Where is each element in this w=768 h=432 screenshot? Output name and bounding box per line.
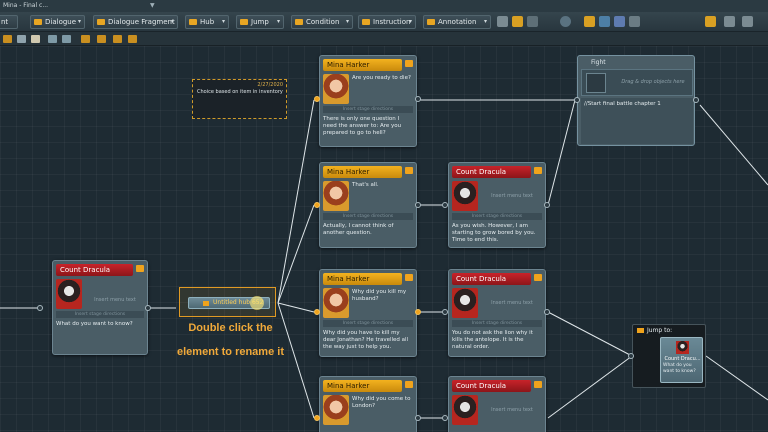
input-pin[interactable]: [37, 305, 43, 311]
speech-bubble-icon: [136, 265, 144, 272]
output-pin[interactable]: [415, 415, 421, 421]
dialogue-node[interactable]: Mina Harker Why did you kill my husband?…: [319, 269, 417, 357]
node-speaker: Count Dracula: [56, 264, 133, 276]
stage-directions-placeholder[interactable]: Insert stage directions: [323, 213, 413, 220]
mina-portrait: [323, 74, 349, 104]
input-pin[interactable]: [314, 415, 320, 421]
dracula-portrait: [452, 395, 478, 425]
mina-portrait: [323, 395, 349, 425]
stage-directions-placeholder[interactable]: Insert stage directions: [323, 320, 413, 327]
node-speaker: Mina Harker: [323, 380, 402, 392]
input-pin[interactable]: [574, 97, 580, 103]
dracula-portrait: [452, 181, 478, 211]
stage-directions-placeholder[interactable]: Insert stage directions: [323, 106, 413, 113]
app-window: Mina - Final c... ▼ nt Dialogue ▾ Dialogu…: [0, 0, 768, 432]
annotation-comment[interactable]: 2/27/2020 Choice based on item in invent…: [192, 79, 287, 119]
dracula-portrait: [56, 279, 82, 309]
node-text[interactable]: Actually, I cannot think of another ques…: [323, 223, 413, 237]
input-pin[interactable]: [314, 202, 320, 208]
dialogue-node[interactable]: Mina Harker Are you ready to die? Insert…: [319, 55, 417, 147]
speech-bubble-icon: [534, 167, 542, 174]
dracula-portrait: [676, 341, 689, 354]
speech-bubble-icon: [534, 274, 542, 281]
node-text[interactable]: As you wish. However, I am starting to g…: [452, 223, 542, 244]
input-pin[interactable]: [314, 96, 320, 102]
output-pin[interactable]: [415, 202, 421, 208]
comment-text: Choice based on item in inventory: [197, 89, 283, 95]
node-text[interactable]: Why did you have to kill my dear Jonatha…: [323, 330, 413, 351]
node-speaker: Mina Harker: [323, 273, 402, 285]
input-pin[interactable]: [628, 353, 634, 359]
menu-text-placeholder[interactable]: Insert menu text: [481, 300, 543, 306]
output-pin[interactable]: [415, 96, 421, 102]
menu-text[interactable]: That's all.: [352, 182, 414, 189]
tutorial-caption-line2: element to rename it: [177, 346, 284, 358]
dialogue-node[interactable]: Count Dracula Insert menu text Insert st…: [448, 162, 546, 248]
node-speaker: Mina Harker: [323, 59, 402, 71]
input-pin[interactable]: [314, 309, 320, 315]
output-pin[interactable]: [693, 97, 699, 103]
jump-target-card[interactable]: Count Dracu... What do you want to know?: [660, 337, 703, 383]
input-pin[interactable]: [442, 202, 448, 208]
dialogue-node[interactable]: Count Dracula Insert menu text Insert st…: [448, 269, 546, 357]
output-pin[interactable]: [544, 309, 550, 315]
menu-text[interactable]: Why did you kill my husband?: [352, 289, 414, 303]
output-pin[interactable]: [145, 305, 151, 311]
node-speaker: Count Dracula: [452, 380, 531, 392]
fight-text[interactable]: //Start final battle chapter 1: [581, 98, 693, 144]
mina-portrait: [323, 288, 349, 318]
mouse-cursor-highlight: [250, 296, 264, 310]
jump-target-text: What do you want to know?: [663, 363, 696, 374]
fight-node[interactable]: Fight Drag & drop objects here //Start f…: [577, 55, 695, 146]
node-text[interactable]: There is only one question I need the an…: [323, 116, 413, 137]
speech-bubble-icon: [405, 381, 413, 388]
stage-directions-placeholder[interactable]: Insert stage directions: [452, 320, 542, 327]
fight-icon: [586, 73, 606, 93]
speech-bubble-icon: [405, 167, 413, 174]
output-pin[interactable]: [415, 309, 421, 315]
menu-text[interactable]: Are you ready to die?: [352, 75, 414, 82]
dialogue-node-start[interactable]: Count Dracula Insert menu text Insert st…: [52, 260, 148, 355]
speech-bubble-icon: [534, 381, 542, 388]
jump-target-name: Count Dracu...: [664, 356, 701, 362]
menu-text[interactable]: Why did you come to London?: [352, 396, 414, 410]
node-speaker: Mina Harker: [323, 166, 402, 178]
node-speaker: Count Dracula: [452, 166, 531, 178]
drop-hint: Drag & drop objects here: [621, 79, 685, 85]
output-pin[interactable]: [544, 202, 550, 208]
speech-bubble-icon: [405, 274, 413, 281]
menu-text-placeholder[interactable]: Insert menu text: [85, 297, 145, 303]
stage-directions-placeholder[interactable]: Insert stage directions: [452, 213, 542, 220]
jump-icon: [637, 328, 644, 333]
comment-date: 2/27/2020: [257, 82, 283, 88]
jump-node[interactable]: Jump to: Count Dracu... What do you want…: [632, 324, 706, 388]
fight-title: Fight: [591, 59, 606, 66]
mina-portrait: [323, 181, 349, 211]
menu-text-placeholder[interactable]: Insert menu text: [481, 193, 543, 199]
dialogue-node[interactable]: Mina Harker Why did you come to London?: [319, 376, 417, 432]
node-speaker: Count Dracula: [452, 273, 531, 285]
jump-title: Jump to:: [647, 327, 673, 334]
node-text[interactable]: You do not ask the lion why it kills the…: [452, 330, 542, 351]
input-pin[interactable]: [442, 415, 448, 421]
menu-text-placeholder[interactable]: Insert menu text: [481, 407, 543, 413]
hub-icon: [203, 301, 209, 306]
tutorial-caption-line1: Double click the: [188, 322, 273, 334]
speech-bubble-icon: [405, 60, 413, 67]
drop-zone[interactable]: Drag & drop objects here: [581, 69, 693, 96]
dracula-portrait: [452, 288, 478, 318]
dialogue-node[interactable]: Count Dracula Insert menu text: [448, 376, 546, 432]
dialogue-node[interactable]: Mina Harker That's all. Insert stage dir…: [319, 162, 417, 248]
node-text[interactable]: What do you want to know?: [56, 321, 144, 328]
stage-directions-placeholder[interactable]: Insert stage directions: [56, 311, 144, 318]
input-pin[interactable]: [442, 309, 448, 315]
